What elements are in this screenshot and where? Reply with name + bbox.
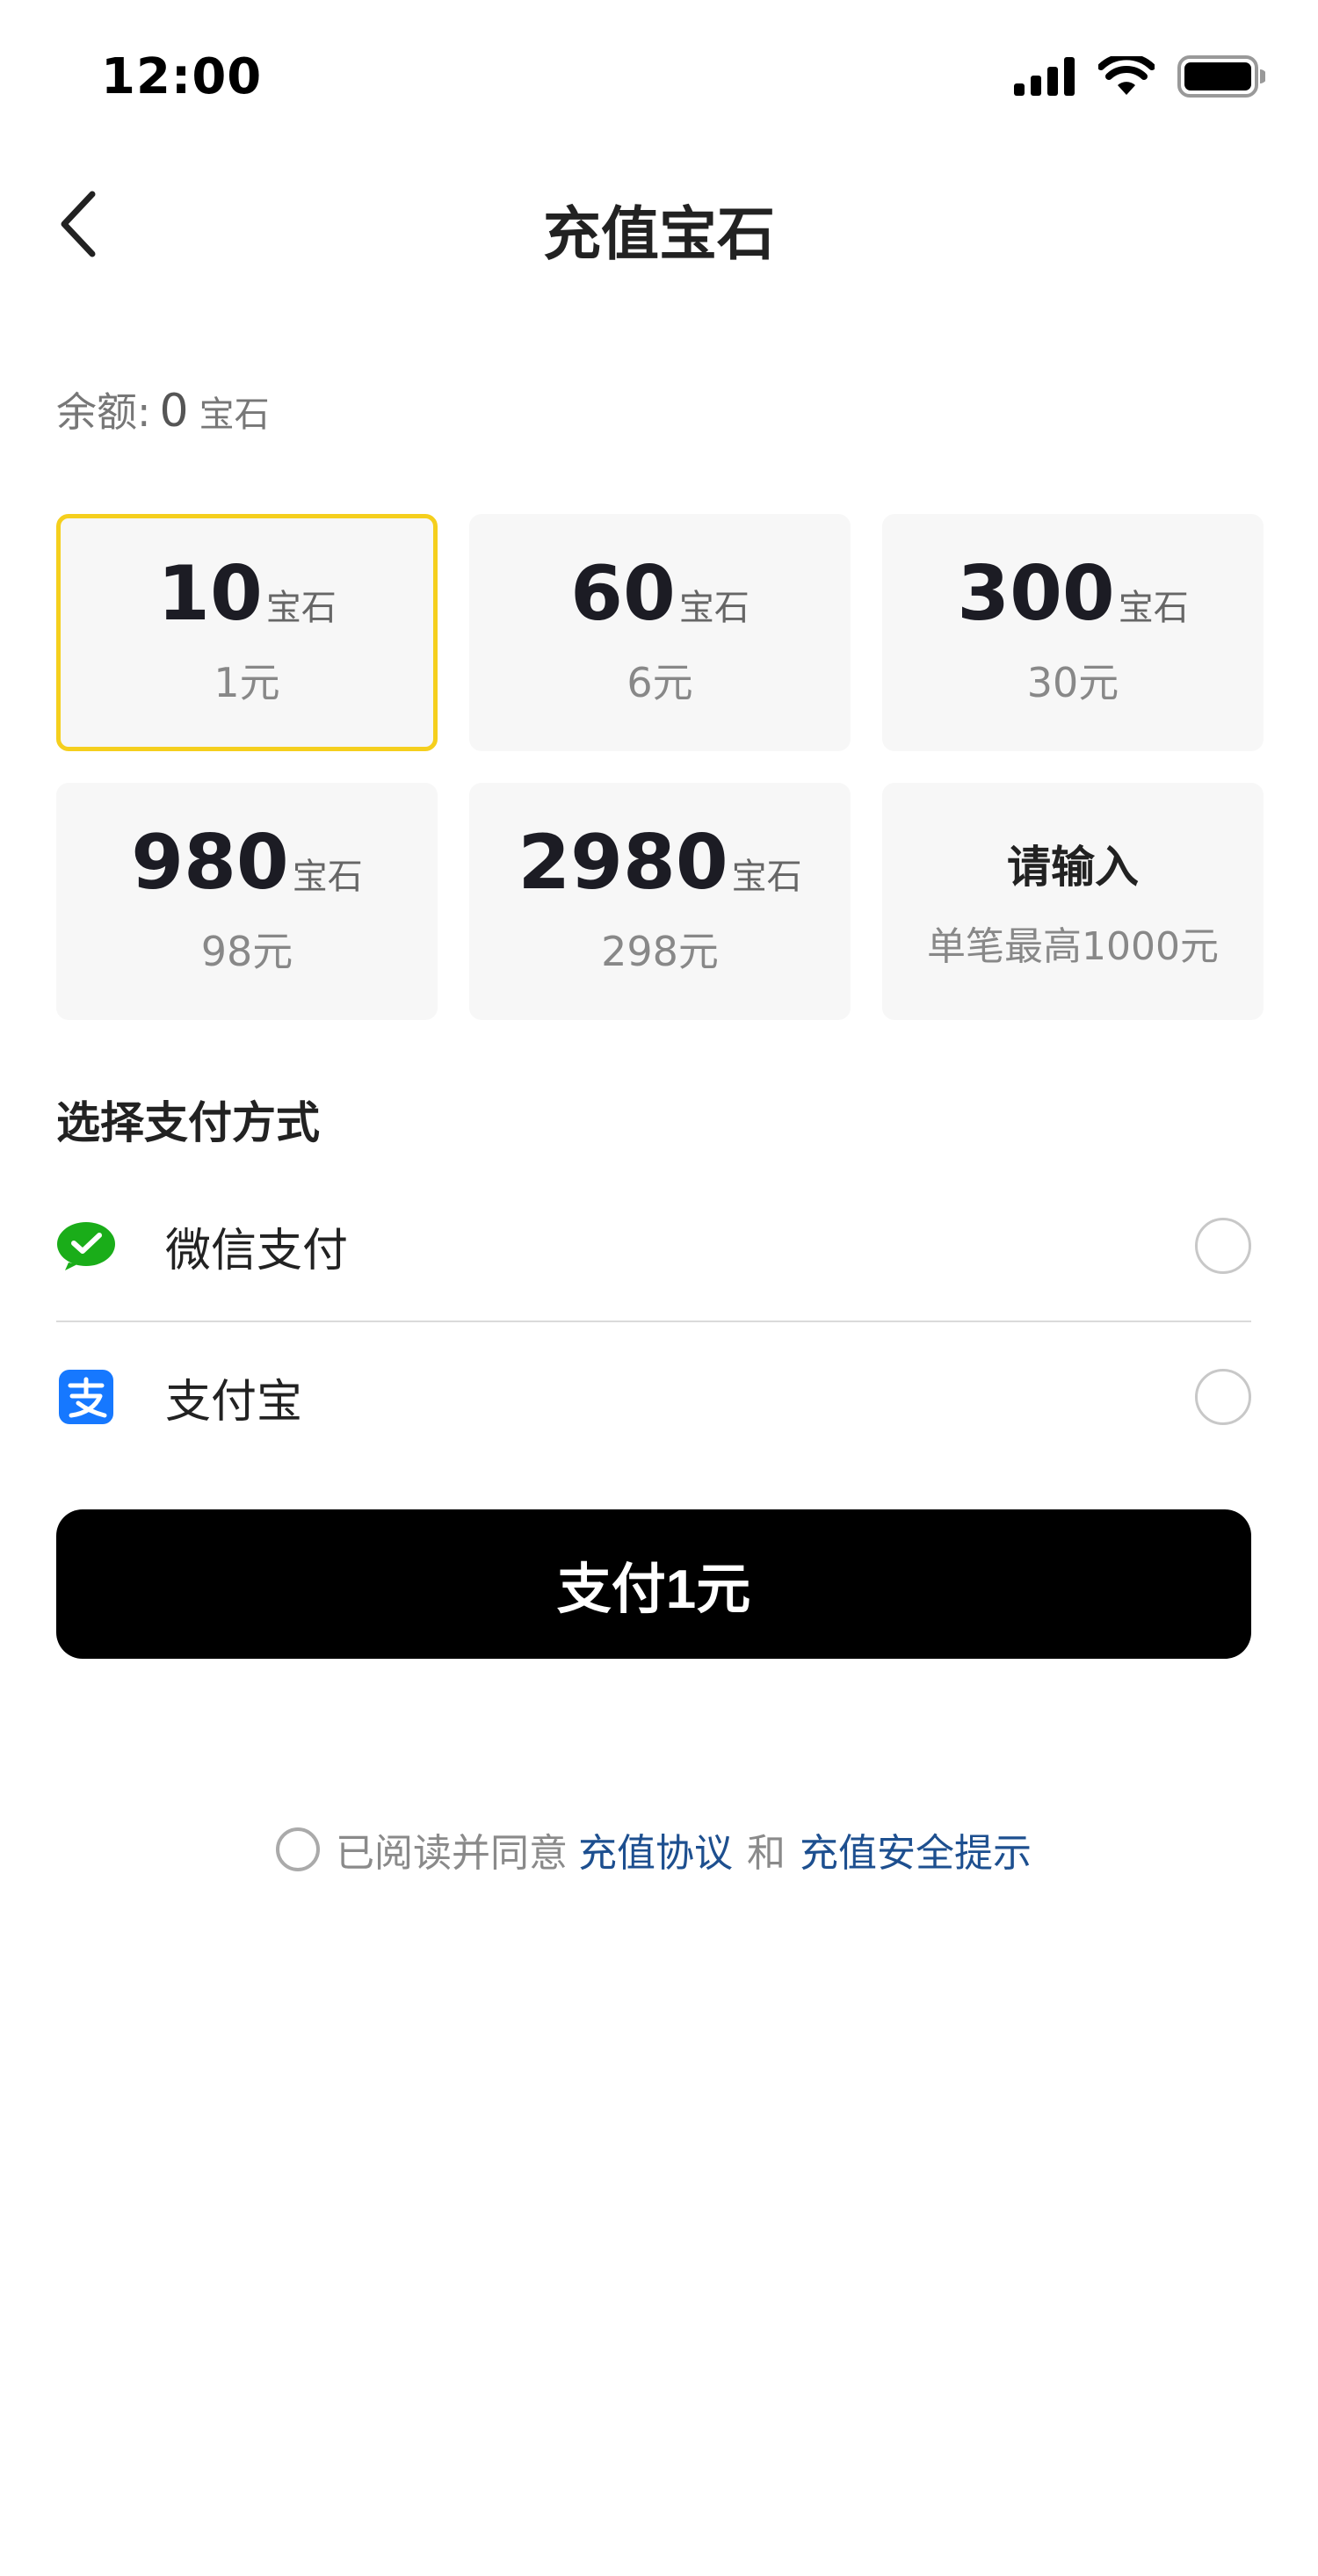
recharge-safety-tips-link[interactable]: 充值安全提示 [800, 1821, 1032, 1878]
package-gems-unit: 宝石 [678, 588, 750, 628]
pay-button[interactable]: 支付1元 [56, 1509, 1251, 1659]
package-gems-unit: 宝石 [1118, 588, 1189, 628]
payment-method-wechat[interactable]: 微信支付 [56, 1193, 1251, 1299]
balance-label: 余额: [56, 388, 151, 436]
status-bar: 12:00 [0, 0, 1318, 149]
balance-unit: 宝石 [199, 394, 270, 435]
package-gems: 10 [157, 550, 263, 638]
payment-heading: 选择支付方式 [56, 1097, 320, 1148]
agreement-prefix: 已阅读并同意 [336, 1831, 568, 1876]
agreement-conj: 和 [747, 1831, 786, 1876]
package-option-60[interactable]: 60 宝石 6元 [469, 514, 851, 751]
signal-icon [1014, 57, 1075, 96]
package-gems-unit: 宝石 [265, 588, 337, 628]
payment-method-label: 支付宝 [165, 1375, 303, 1429]
battery-icon [1177, 55, 1265, 98]
package-option-300[interactable]: 300 宝石 30元 [882, 514, 1264, 751]
agreement: 已阅读并同意 充值协议 和 充值安全提示 [0, 1821, 1318, 1878]
agreement-checkbox[interactable] [276, 1827, 320, 1871]
package-price: 298元 [601, 928, 719, 975]
package-option-2980[interactable]: 2980 宝石 298元 [469, 783, 851, 1020]
package-price: 1元 [214, 659, 280, 706]
balance: 余额: 0 宝石 [56, 380, 270, 438]
package-gems-unit: 宝石 [292, 857, 363, 897]
package-gems: 980 [131, 819, 289, 907]
divider [56, 1321, 1251, 1322]
package-option-10[interactable]: 10 宝石 1元 [56, 514, 438, 751]
package-grid: 10 宝石 1元 60 宝石 6元 300 宝石 30元 980 宝石 98元 … [56, 514, 1264, 1020]
status-icons [1014, 54, 1265, 98]
package-price: 6元 [626, 659, 693, 706]
alipay-icon [56, 1367, 116, 1427]
wechat-pay-icon [56, 1216, 116, 1276]
alipay-radio[interactable] [1195, 1369, 1251, 1425]
custom-amount-label: 请输入 [1007, 842, 1139, 893]
payment-method-label: 微信支付 [165, 1224, 349, 1277]
package-option-custom[interactable]: 请输入 单笔最高1000元 [882, 783, 1264, 1020]
package-gems: 2980 [518, 819, 728, 907]
package-gems: 300 [957, 550, 1115, 638]
balance-value: 0 [159, 385, 189, 438]
custom-amount-limit: 单笔最高1000元 [927, 924, 1219, 969]
package-price: 30元 [1026, 659, 1119, 706]
package-gems: 60 [570, 550, 676, 638]
status-time: 12:00 [101, 48, 263, 105]
payment-method-alipay[interactable]: 支付宝 [56, 1344, 1251, 1450]
wechat-radio[interactable] [1195, 1218, 1251, 1274]
page-title: 充值宝石 [543, 200, 775, 268]
package-option-980[interactable]: 980 宝石 98元 [56, 783, 438, 1020]
recharge-agreement-link[interactable]: 充值协议 [578, 1821, 733, 1878]
wifi-icon [1098, 56, 1155, 95]
package-gems-unit: 宝石 [731, 857, 802, 897]
package-price: 98元 [200, 928, 293, 975]
